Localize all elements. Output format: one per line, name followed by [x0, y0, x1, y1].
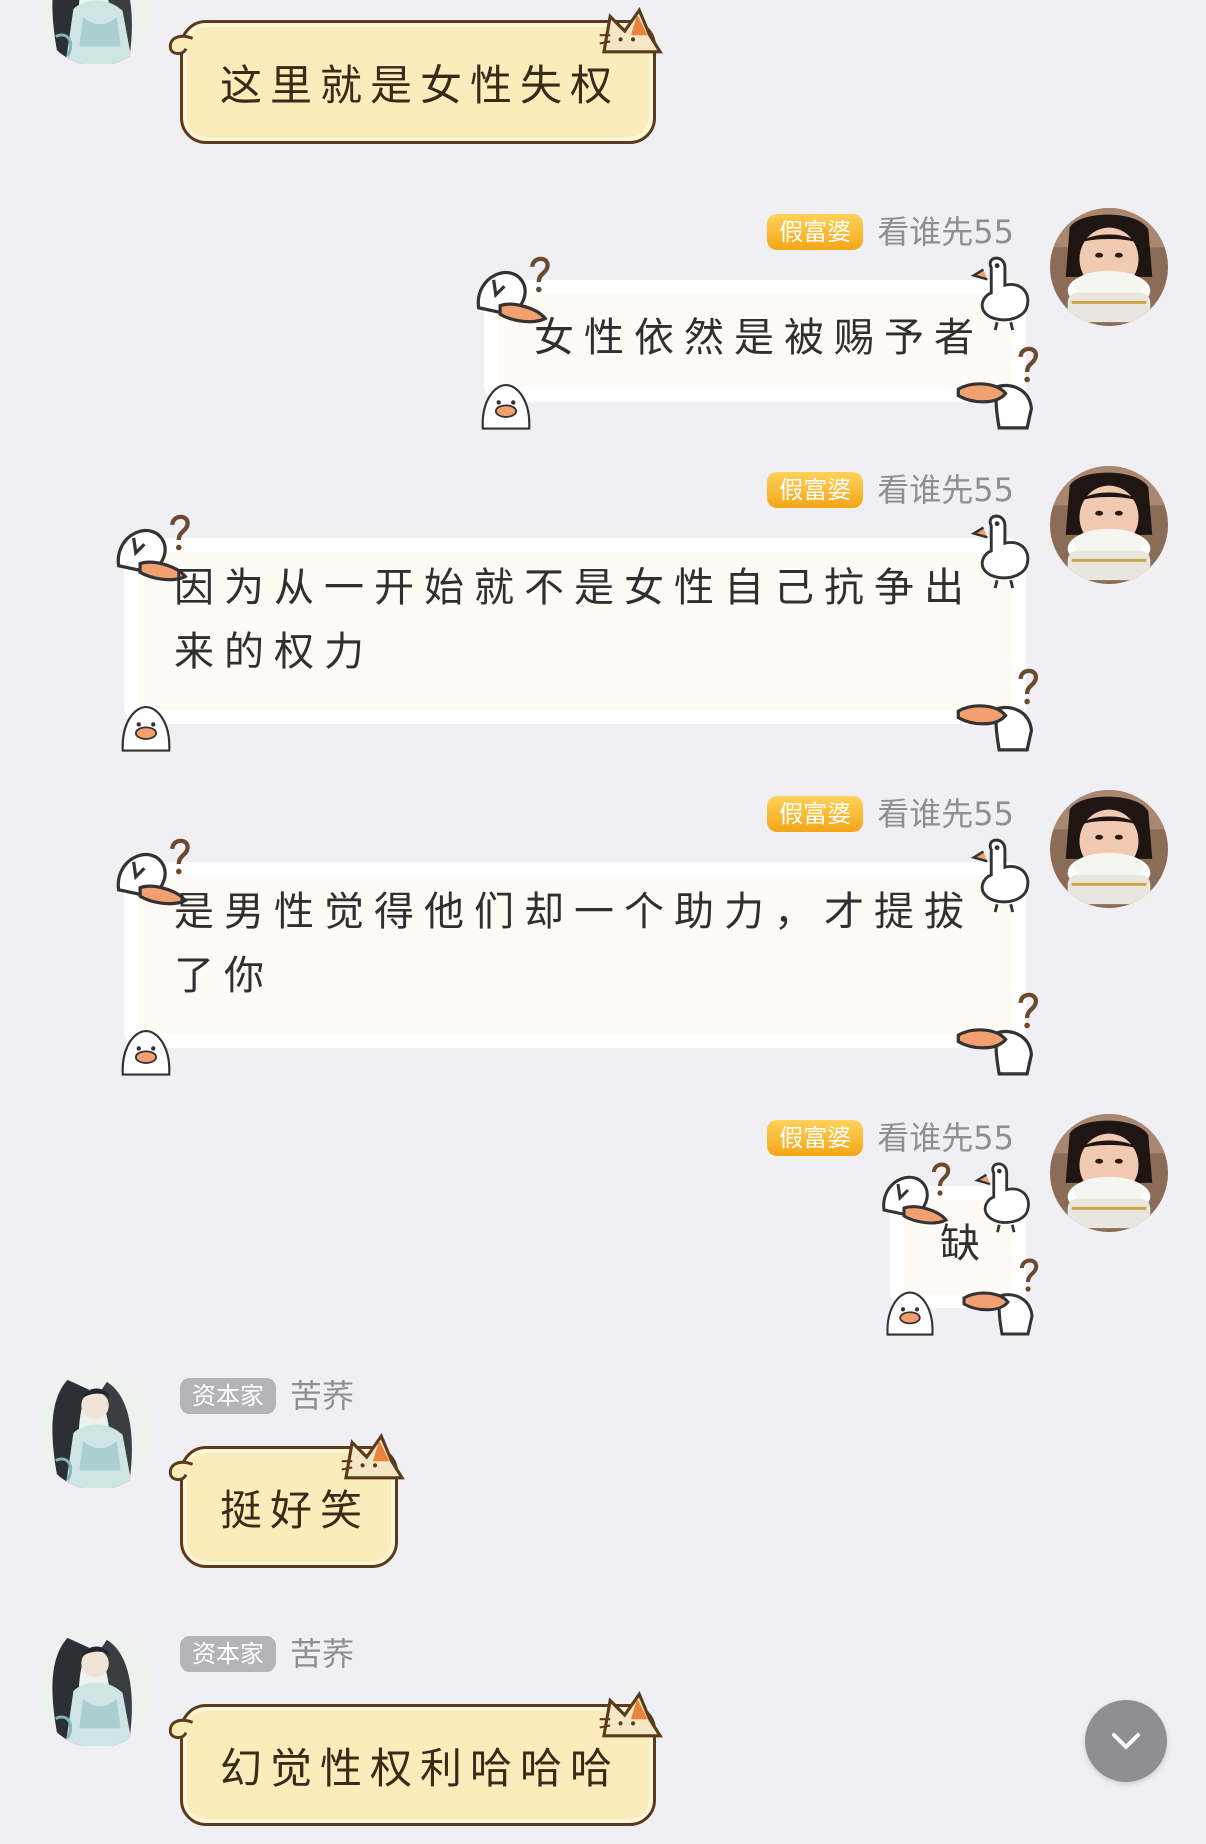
sender-info: 假富婆 看谁先55	[767, 792, 1014, 836]
message-text: 是男性觉得他们却一个助力，才提拔 了你	[174, 880, 974, 1008]
message-bubble-left[interactable]: 挺好笑	[180, 1446, 398, 1568]
message-bubble-right[interactable]: 因为从一开始就不是女性自己抗争出 来的权力	[110, 512, 1040, 752]
message-bubble-right[interactable]: 是男性觉得他们却一个助力，才提拔 了你	[110, 836, 1040, 1076]
sender-info: 资本家 苦荞	[180, 1632, 354, 1676]
message-text: 缺	[940, 1221, 990, 1267]
sender-info: 假富婆 看谁先55	[767, 468, 1014, 512]
message-text: 幻觉性权利哈哈哈	[220, 1743, 621, 1793]
sender-nickname[interactable]: 苦荞	[290, 1638, 354, 1670]
message-text: 因为从一开始就不是女性自己抗争出 来的权力	[174, 556, 974, 684]
sender-info: 假富婆 看谁先55	[767, 1116, 1014, 1160]
sender-nickname[interactable]: 苦荞	[290, 1380, 354, 1412]
cat-tail-decoration	[162, 1458, 196, 1486]
avatar-left-user[interactable]	[38, 1630, 156, 1748]
message-bubble-right[interactable]: 缺	[876, 1160, 1040, 1336]
message-text-line: 了你	[174, 953, 274, 999]
title-badge: 假富婆	[767, 796, 864, 832]
message-text-line: 来的权力	[174, 629, 374, 675]
title-badge: 资本家	[180, 1378, 276, 1414]
title-badge: 假富婆	[767, 1120, 864, 1156]
duck-decoration-bottom-left	[110, 694, 182, 752]
avatar-right-user[interactable]	[1050, 790, 1168, 908]
avatar-left-user[interactable]	[38, 1372, 156, 1490]
title-badge: 资本家	[180, 1636, 276, 1672]
message-text-line: 因为从一开始就不是女性自己抗争出	[174, 565, 974, 611]
duck-decoration-bottom-left	[110, 1018, 182, 1076]
message-bubble-right[interactable]: 女性依然是被赐予者	[470, 254, 1040, 430]
avatar-right-user[interactable]	[1050, 466, 1168, 584]
chevron-down-icon	[1112, 1733, 1140, 1749]
message-bubble-left[interactable]: 幻觉性权利哈哈哈	[180, 1704, 656, 1826]
sender-nickname[interactable]: 看谁先55	[877, 798, 1014, 830]
cat-tail-decoration	[162, 32, 196, 60]
message-text: 这里就是女性失权	[220, 60, 621, 110]
avatar-right-user[interactable]	[1050, 1114, 1168, 1232]
title-badge: 假富婆	[767, 214, 864, 250]
message-text: 女性依然是被赐予者	[534, 315, 984, 361]
sender-nickname[interactable]: 看谁先55	[877, 216, 1014, 248]
cat-tail-decoration	[162, 1716, 196, 1744]
duck-decoration-bottom-left	[876, 1280, 944, 1336]
title-badge: 假富婆	[767, 472, 864, 508]
avatar-left-user[interactable]	[38, 0, 156, 66]
sender-nickname[interactable]: 看谁先55	[877, 474, 1014, 506]
message-text-line: 是男性觉得他们却一个助力，才提拔	[174, 889, 974, 935]
message-bubble-left[interactable]: 这里就是女性失权	[180, 20, 656, 144]
avatar-right-user[interactable]	[1050, 208, 1168, 326]
scroll-to-bottom-button[interactable]	[1085, 1700, 1167, 1782]
duck-decoration-bottom-left	[470, 372, 542, 430]
sender-info: 假富婆 看谁先55	[767, 210, 1014, 254]
sender-info: 资本家 苦荞	[180, 1374, 354, 1418]
message-text: 挺好笑	[220, 1485, 371, 1535]
sender-nickname[interactable]: 看谁先55	[877, 1122, 1014, 1154]
